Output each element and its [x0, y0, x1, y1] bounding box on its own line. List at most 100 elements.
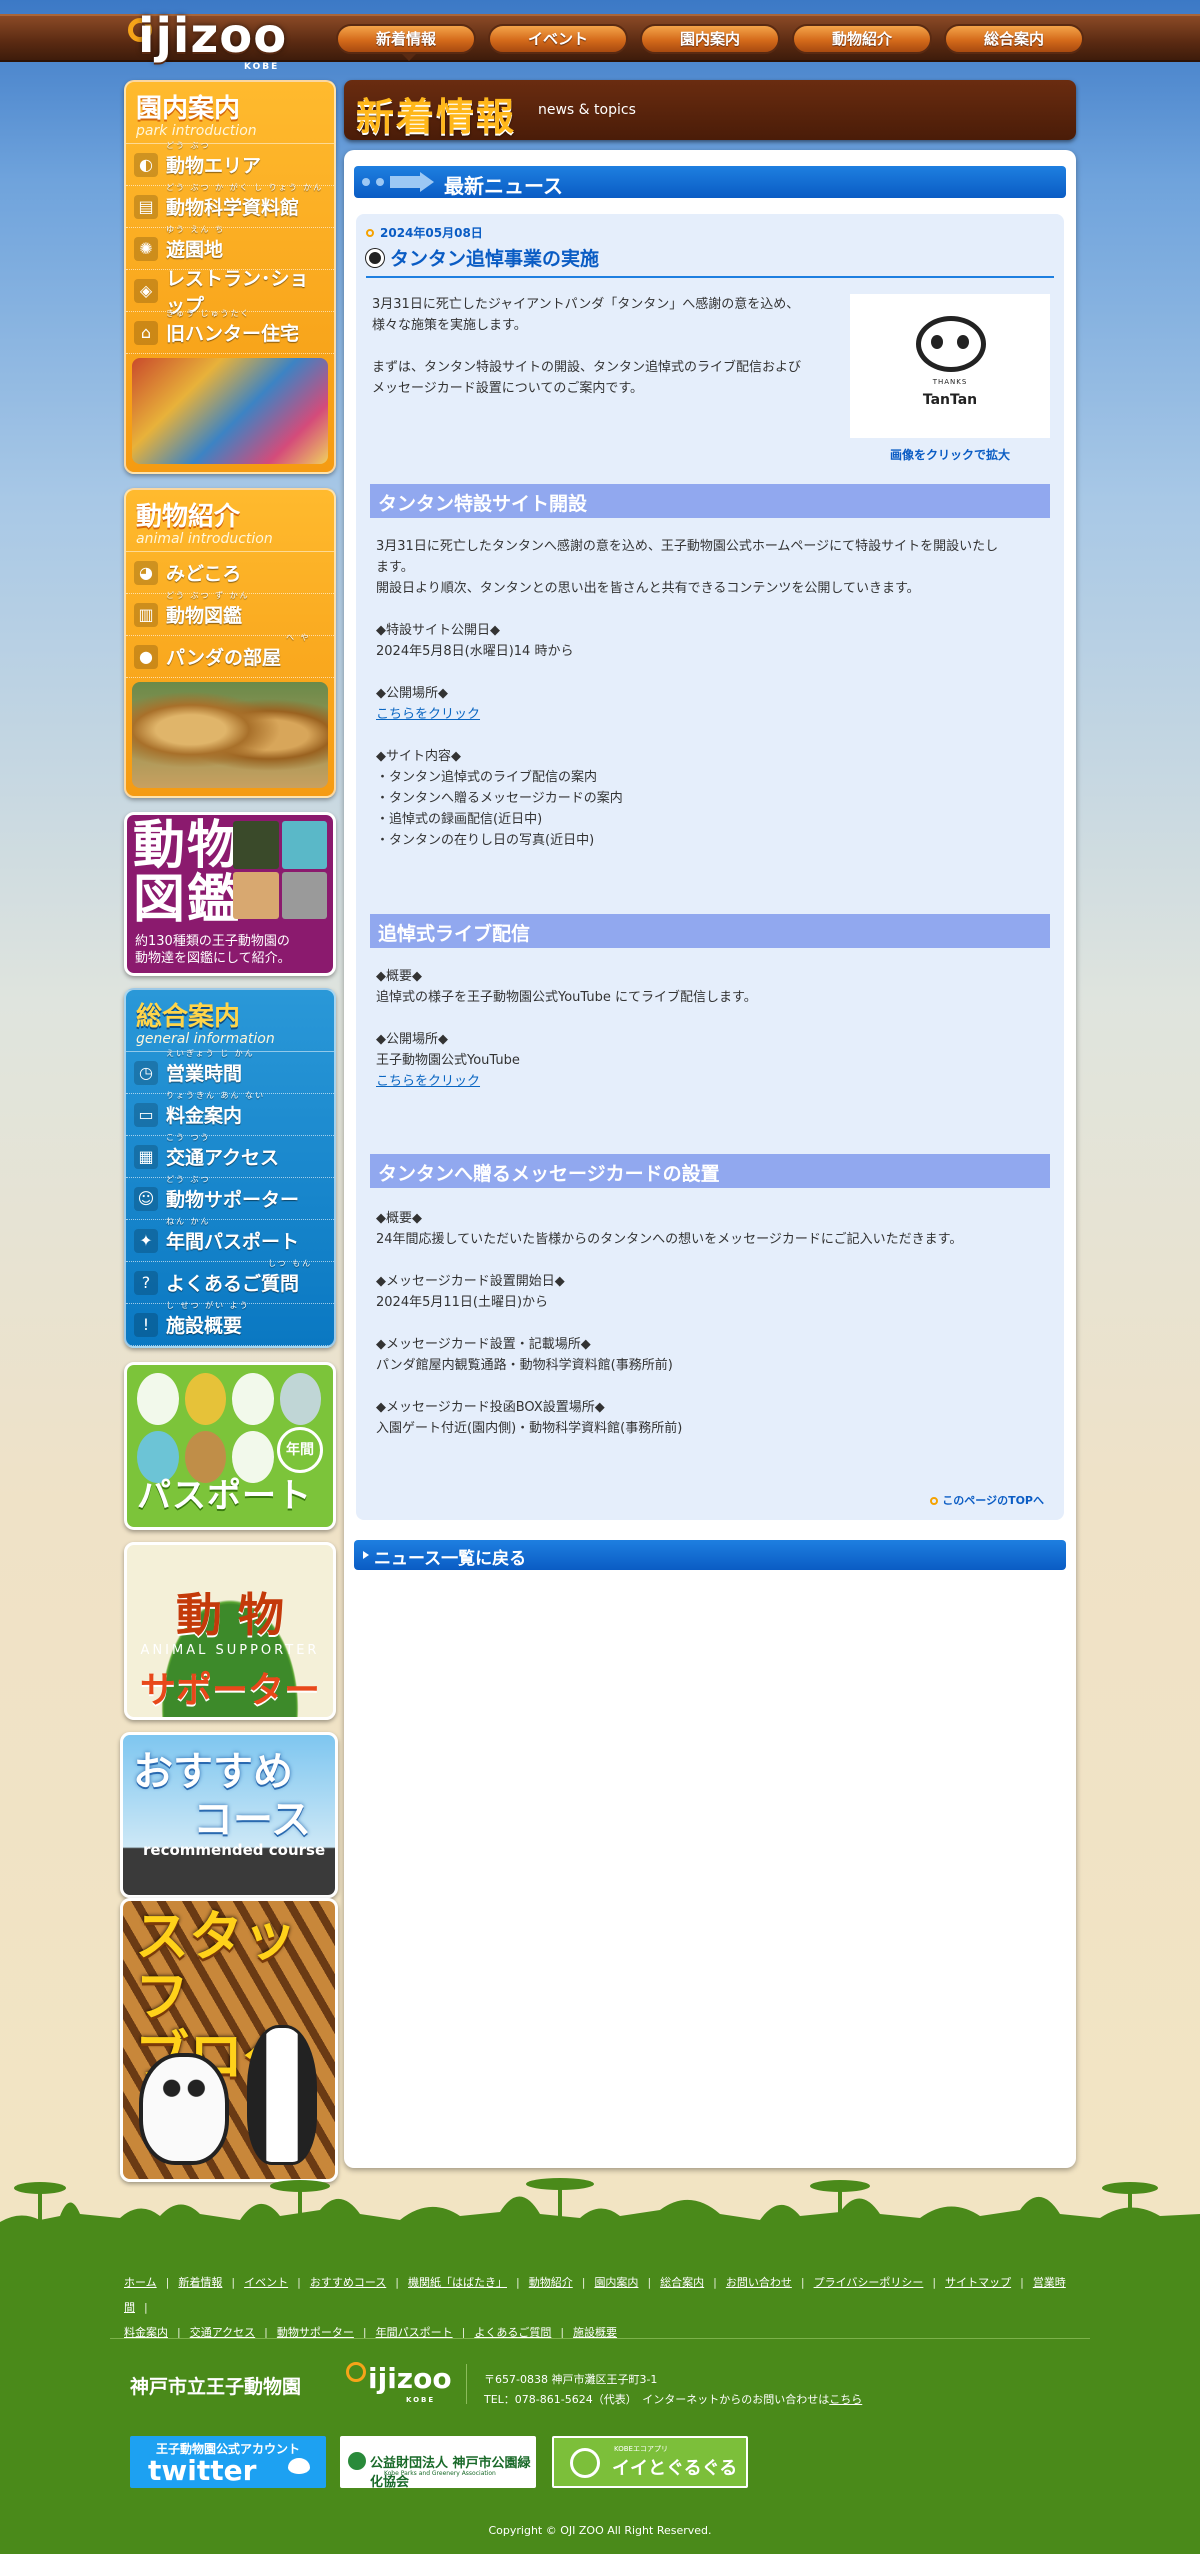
park-photo[interactable] — [132, 358, 328, 464]
zukan-title-1: 動物 — [133, 816, 242, 876]
zukan-thumbs — [233, 821, 327, 919]
penguin-illustration — [247, 2025, 317, 2165]
sidebar-item-label: パンダの部屋 — [166, 647, 281, 669]
nav-info[interactable]: 総合案内 — [944, 24, 1084, 54]
subsection-body: ◆概要◆ 24年間応援していただいた皆様からのタンタンへの想いをメッセージカード… — [376, 1211, 963, 1436]
info-panel-head: 総合案内 general information — [126, 990, 334, 1052]
ruby: し せつ がい よう — [166, 1301, 250, 1310]
site-logo[interactable]: ijizoo KOBE — [124, 4, 304, 74]
separator: | — [516, 2276, 520, 2289]
special-site-link[interactable]: こちらをクリック — [376, 707, 480, 722]
sidebar-item-fees[interactable]: ▭ りょうきん あん ない 料金案内 — [126, 1091, 334, 1136]
sidebar-item-faq[interactable]: ? しつ もん よくあるご質問 — [126, 1259, 334, 1304]
footer-link[interactable]: サイトマップ — [945, 2276, 1011, 2289]
sidebar-item-label: みどころ — [166, 563, 242, 585]
animal-panel-title: 動物紹介 — [136, 502, 241, 532]
footer-link[interactable]: 機関紙「はばたき」 — [408, 2276, 507, 2289]
park-association-banner[interactable]: 公益財団法人 神戸市公園緑化協会 Kobe Parks and Greenery… — [340, 2436, 536, 2490]
thumb-big-text: TanTan — [922, 392, 978, 408]
ruby: どう ぶつ か がく し りょう かん — [166, 183, 324, 192]
zukan-desc-1: 約130種類の王子動物園の — [135, 934, 290, 949]
footer: ホーム | 新着情報 | イベント | おすすめコース | 機関紙「はばたき」 | 動物紹介 | 園内案… — [0, 2238, 1200, 2554]
ticket-icon: ▭ — [134, 1102, 158, 1127]
eco-app-banner[interactable]: KOBEエコアプリ イイとぐるぐる — [552, 2436, 748, 2488]
copyright: Copyright © OJI ZOO All Right Reserved. — [488, 2524, 712, 2537]
encyclopedia-icon: ▥ — [134, 602, 158, 627]
sidebar-item-animal-area[interactable]: ◐ どう ぶつ 動物エリア — [126, 141, 334, 186]
supporter-title-3: サポーター — [139, 1670, 320, 1711]
nav-park[interactable]: 園内案内 — [640, 24, 780, 54]
footer-link[interactable]: イベント — [244, 2276, 288, 2289]
sidebar-item-passport[interactable]: ✦ ねん かん 年間パスポート — [126, 1217, 334, 1262]
ruby: どう ぶつ — [166, 141, 211, 150]
nav-event[interactable]: イベント — [488, 24, 628, 54]
subsection-title: 追悼式ライブ配信 — [378, 923, 531, 945]
supporter-title-1: 動 物 — [175, 1588, 284, 1642]
ruby: どう ぶつ ず かん — [166, 591, 250, 600]
passport-banner[interactable]: 年間 パスポート — [124, 1362, 336, 1530]
separator: | — [297, 2276, 301, 2289]
footer-link[interactable]: ホーム — [124, 2276, 157, 2289]
contact-link[interactable]: こちら — [829, 2393, 862, 2406]
park-panel-subtitle: park introduction — [136, 123, 257, 139]
zoo-name: 神戸市立王子動物園 — [130, 2376, 302, 2398]
passport-icon: ✦ — [134, 1228, 158, 1253]
lion-photo[interactable] — [132, 682, 328, 788]
info-panel: 総合案内 general information ◷ えいぎょう じ かん 営業時間… — [124, 988, 336, 1348]
sidebar-item-highlights[interactable]: ◕ みどころ — [126, 552, 334, 594]
panda-face-icon — [916, 316, 986, 372]
sidebar: 園内案内 park introduction ◐ どう ぶつ 動物エリア ▤ どう ぶ… — [120, 80, 338, 2194]
park-panel: 園内案内 park introduction ◐ どう ぶつ 動物エリア ▤ どう ぶ… — [124, 80, 336, 474]
page-header: 新着情報 news & topics — [344, 80, 1076, 140]
tantan-thumbnail[interactable]: THANKS TanTan — [850, 294, 1050, 438]
footer-link[interactable]: 総合案内 — [660, 2276, 704, 2289]
zukan-banner[interactable]: 動物 図鑑 約130種類の王子動物園の 動物達を図鑑にして紹介。 — [124, 812, 336, 976]
course-banner[interactable]: おすすめ コース recommended course — [120, 1732, 338, 1898]
sidebar-item-label: 旧ハンター住宅 — [166, 323, 300, 345]
article-title-text: タンタン追悼事業の実施 — [390, 248, 600, 270]
sidebar-item-label: 営業時間 — [166, 1063, 243, 1085]
separator: | — [231, 2276, 236, 2289]
enlarge-link[interactable]: 画像をクリックで拡大 — [850, 446, 1050, 463]
ruby: へ や — [286, 633, 311, 642]
sidebar-item-science-museum[interactable]: ▤ どう ぶつ か がく し りょう かん 動物科学資料館 — [126, 183, 334, 228]
sidebar-item-panda-room[interactable]: ● へ やパンダの部屋 — [126, 633, 334, 678]
twitter-banner[interactable]: 王子動物園公式アカウント twitter — [130, 2436, 326, 2488]
sidebar-item-restaurant[interactable]: ◈ レストラン･ショップ — [126, 268, 334, 317]
blog-banner[interactable]: スタッフ ブログ — [120, 1898, 338, 2182]
zukan-title-2: 図鑑 — [133, 870, 242, 930]
youtube-link[interactable]: こちらをクリック — [376, 1074, 480, 1089]
footer-link[interactable]: お問い合わせ — [726, 2276, 792, 2289]
sidebar-item-hunter-house[interactable]: ⌂ きゅう じゅうたく旧ハンター住宅 — [126, 309, 334, 354]
subsection-body: ◆概要◆ 追悼式の様子を王子動物園公式YouTube にてライブ配信します。 ◆… — [376, 969, 757, 1089]
thumb-small-text: THANKS — [932, 378, 968, 386]
panda-illustration — [139, 2053, 229, 2165]
sidebar-item-label: 動物科学資料館 — [166, 197, 300, 219]
page-top-link[interactable]: このページのTOPへ — [930, 1492, 1044, 1508]
footer-logo[interactable]: ijizoo KOBE — [346, 2362, 452, 2404]
footer-link[interactable]: 園内案内 — [594, 2276, 638, 2289]
question-icon: ? — [134, 1270, 158, 1295]
back-to-news-button[interactable]: ニュース一覧に戻る — [354, 1540, 1066, 1570]
sidebar-item-facility[interactable]: ! し せつ がい よう 施設概要 — [126, 1301, 334, 1346]
sidebar-item-access[interactable]: ▦ こう つう 交通アクセス — [126, 1133, 334, 1178]
ruby: ねん かん — [166, 1217, 211, 1226]
footer-link[interactable]: プライバシーポリシー — [814, 2276, 924, 2289]
sidebar-item-label: 施設概要 — [166, 1315, 243, 1337]
panda-icon — [366, 249, 384, 267]
footer-links-row: ホーム | 新着情報 | イベント | おすすめコース | 機関紙「はばたき」 | 動物紹介 | 園内案… — [124, 2270, 1084, 2320]
nav-animal[interactable]: 動物紹介 — [792, 24, 932, 54]
sidebar-item-hours[interactable]: ◷ えいぎょう じ かん 営業時間 — [126, 1049, 334, 1094]
house-icon: ⌂ — [134, 320, 158, 345]
subsection-bar: 追悼式ライブ配信 — [370, 914, 1050, 948]
footer-link[interactable]: 新着情報 — [178, 2276, 222, 2289]
sidebar-item-supporter[interactable]: ☺ どう ぶつ 動物サポーター — [126, 1175, 334, 1220]
ruby: きゅう じゅうたく — [166, 309, 251, 318]
nav-news[interactable]: 新着情報 — [336, 24, 476, 61]
supporter-banner[interactable]: 動 物 ANIMAL SUPPORTER サポーター — [124, 1542, 336, 1720]
footer-link[interactable]: 動物紹介 — [529, 2276, 573, 2289]
footer-link[interactable]: おすすめコース — [310, 2276, 386, 2289]
sidebar-item-encyclopedia[interactable]: ▥ どう ぶつ ず かん 動物図鑑 — [126, 591, 334, 636]
thumb-image — [281, 871, 327, 919]
subsection-title: タンタン特設サイト開設 — [378, 493, 588, 515]
